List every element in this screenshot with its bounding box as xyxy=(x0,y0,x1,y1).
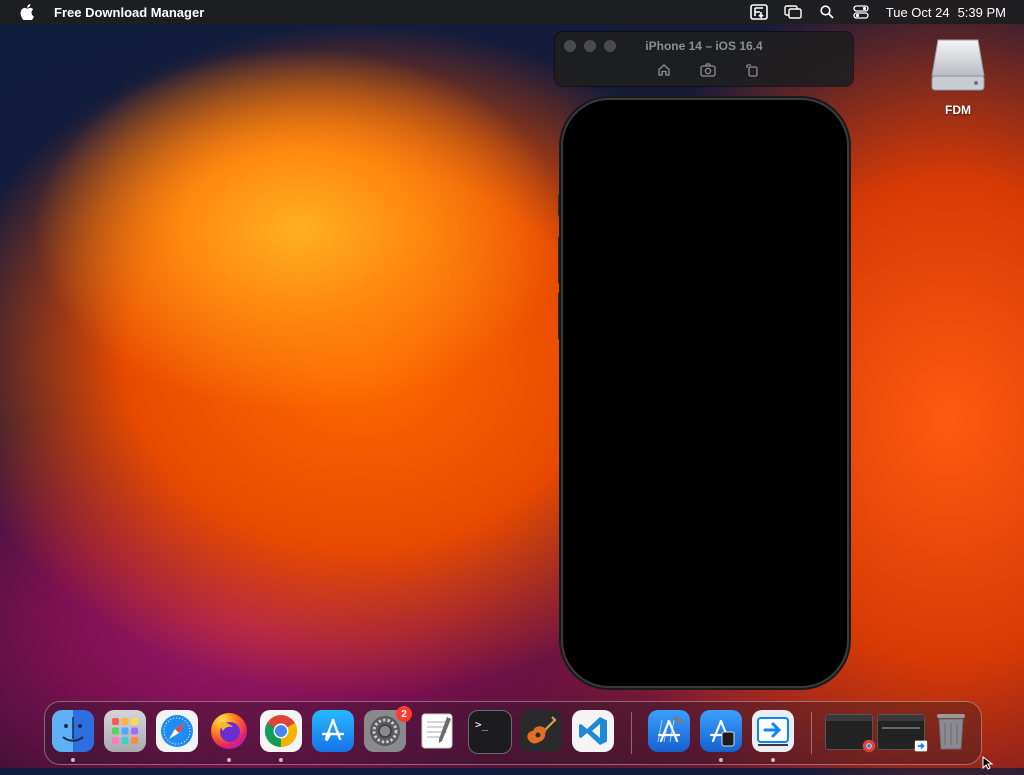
dock-finder[interactable] xyxy=(52,710,94,752)
dock-simulator[interactable] xyxy=(700,710,742,752)
running-indicator xyxy=(71,758,75,762)
dock-separator xyxy=(631,712,632,754)
simulator-window-titlebar: iPhone 14 – iOS 16.4 xyxy=(555,32,853,86)
dock-minimized-fdm-window[interactable] xyxy=(877,714,928,752)
xcode-hammer-icon xyxy=(657,716,684,743)
dock-xcode[interactable] xyxy=(648,710,690,752)
screen-mirroring-icon[interactable] xyxy=(784,4,802,20)
dock-free-download-manager[interactable] xyxy=(752,710,794,752)
chrome-icon xyxy=(862,739,876,753)
simulator-icon xyxy=(709,719,735,747)
home-icon[interactable] xyxy=(655,62,673,78)
dock-vscode[interactable] xyxy=(572,710,614,752)
control-center-icon[interactable] xyxy=(852,4,870,20)
textedit-icon xyxy=(421,713,453,749)
running-indicator xyxy=(771,758,775,762)
fdm-app-icon xyxy=(757,717,789,746)
launchpad-icon xyxy=(112,718,138,744)
menubar-clock[interactable]: Tue Oct 24 5:39 PM xyxy=(886,5,1006,20)
fdm-status-icon[interactable] xyxy=(749,4,768,20)
dock-trash[interactable] xyxy=(930,710,972,752)
dock-textedit[interactable] xyxy=(416,710,458,752)
dock-app-store[interactable] xyxy=(312,710,354,752)
apple-menu-icon[interactable] xyxy=(18,4,36,20)
finder-icon xyxy=(62,717,84,742)
dock-system-settings[interactable]: 2 xyxy=(364,706,412,752)
fdm-app-icon xyxy=(914,740,928,752)
device-volume-up-button[interactable] xyxy=(558,236,562,284)
rotate-device-icon[interactable] xyxy=(743,62,761,78)
dock-firefox[interactable] xyxy=(208,710,250,752)
running-indicator xyxy=(227,758,231,762)
device-power-button[interactable] xyxy=(847,252,851,330)
notification-badge: 2 xyxy=(396,706,412,722)
dock-launchpad[interactable] xyxy=(104,710,146,752)
dock-minimized-chrome-window[interactable] xyxy=(825,714,876,753)
device-action-button[interactable] xyxy=(558,194,562,216)
mouse-cursor-icon xyxy=(982,755,994,775)
spotlight-search-icon[interactable] xyxy=(818,4,836,20)
terminal-prompt-glyph: >_ xyxy=(475,718,489,731)
drive-label: FDM xyxy=(945,103,971,117)
iphone-simulator-screen[interactable] xyxy=(563,100,847,686)
guitar-icon xyxy=(527,716,557,744)
desktop-drive-fdm[interactable]: FDM xyxy=(922,36,994,117)
chrome-icon xyxy=(264,715,298,748)
dock-safari[interactable] xyxy=(156,710,198,752)
menu-bar: Free Download Manager Tue Oct 24 5:39 PM xyxy=(0,0,1024,24)
clock-time: 5:39 PM xyxy=(957,4,1006,20)
active-app-name[interactable]: Free Download Manager xyxy=(54,5,204,20)
dock-chrome[interactable] xyxy=(260,710,302,752)
dock-garageband[interactable] xyxy=(520,710,562,752)
firefox-icon xyxy=(211,713,247,749)
app-store-icon xyxy=(321,718,345,742)
dock: 2 >_ xyxy=(44,701,982,765)
dock-terminal[interactable]: >_ xyxy=(468,710,512,754)
dock-separator xyxy=(811,712,812,754)
vscode-icon xyxy=(579,717,607,745)
running-indicator xyxy=(719,758,723,762)
device-volume-down-button[interactable] xyxy=(558,292,562,340)
trash-icon xyxy=(937,714,965,750)
external-drive-icon xyxy=(931,39,985,91)
screenshot-camera-icon[interactable] xyxy=(699,62,717,78)
running-indicator xyxy=(279,758,283,762)
simulator-title: iPhone 14 – iOS 16.4 xyxy=(645,39,763,53)
clock-date: Tue Oct 24 xyxy=(885,4,950,20)
safari-compass-icon xyxy=(161,715,193,747)
